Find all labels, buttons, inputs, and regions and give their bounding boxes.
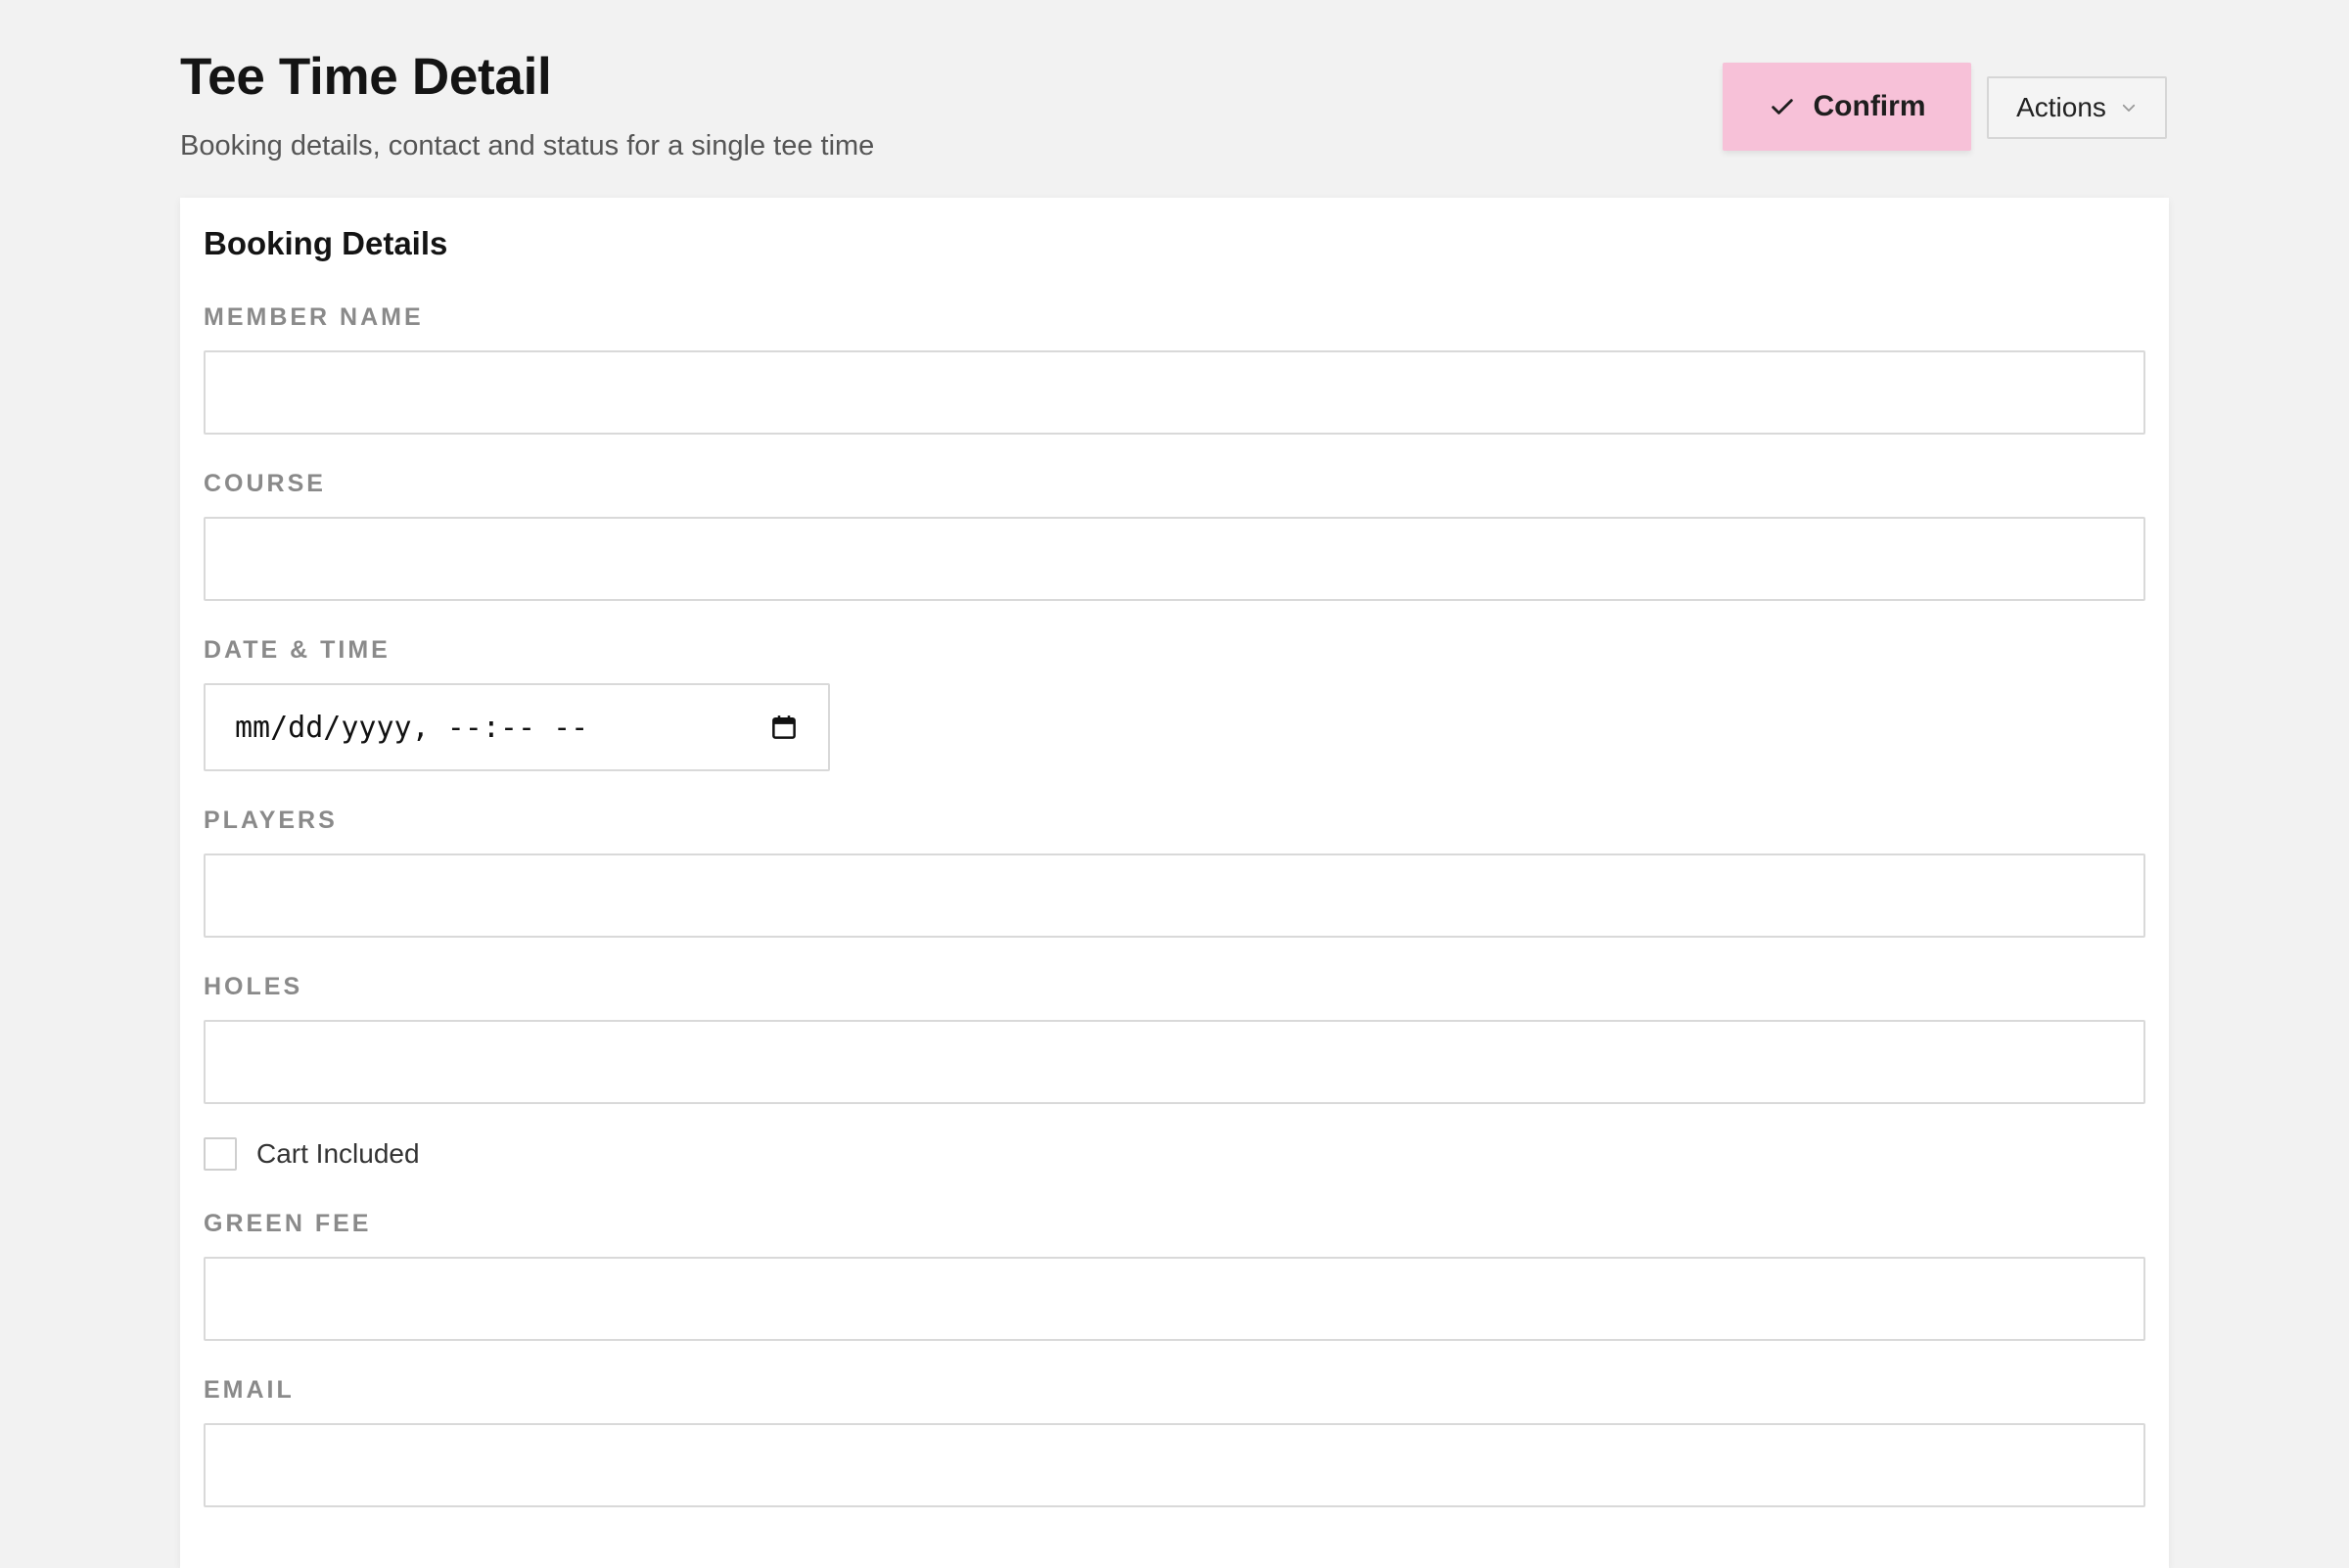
date-time-value: mm/dd/yyyy, --:-- -- — [235, 710, 589, 745]
holes-input[interactable] — [204, 1020, 2145, 1104]
actions-button-label: Actions — [2016, 92, 2106, 122]
member-name-input[interactable] — [204, 350, 2145, 435]
date-time-label: DATE & TIME — [204, 636, 391, 664]
actions-dropdown-button[interactable]: Actions — [1987, 76, 2167, 139]
calendar-icon[interactable] — [769, 713, 799, 742]
course-label: COURSE — [204, 470, 326, 497]
email-label: EMAIL — [204, 1376, 295, 1404]
green-fee-label: GREEN FEE — [204, 1210, 372, 1237]
member-name-label: MEMBER NAME — [204, 303, 424, 331]
holes-label: HOLES — [204, 973, 303, 1000]
page-title: Tee Time Detail — [180, 48, 552, 106]
players-input[interactable] — [204, 853, 2145, 938]
course-input[interactable] — [204, 517, 2145, 601]
page-subtitle: Booking details, contact and status for … — [180, 130, 875, 161]
page-header: Tee Time Detail Booking details, contact… — [180, 0, 2169, 196]
chevron-down-icon — [2120, 99, 2138, 116]
section-title: Booking Details — [204, 225, 448, 261]
cart-included-row[interactable]: Cart Included — [204, 1137, 420, 1171]
date-time-input[interactable]: mm/dd/yyyy, --:-- -- — [204, 683, 830, 771]
confirm-button[interactable]: Confirm — [1723, 63, 1971, 151]
check-icon — [1769, 93, 1796, 120]
confirm-button-label: Confirm — [1813, 90, 1926, 122]
green-fee-input[interactable] — [204, 1257, 2145, 1341]
email-input[interactable] — [204, 1423, 2145, 1507]
page: Tee Time Detail Booking details, contact… — [180, 0, 2169, 1568]
players-label: PLAYERS — [204, 807, 338, 834]
cart-included-checkbox[interactable] — [204, 1137, 237, 1171]
cart-included-label[interactable]: Cart Included — [256, 1138, 420, 1170]
